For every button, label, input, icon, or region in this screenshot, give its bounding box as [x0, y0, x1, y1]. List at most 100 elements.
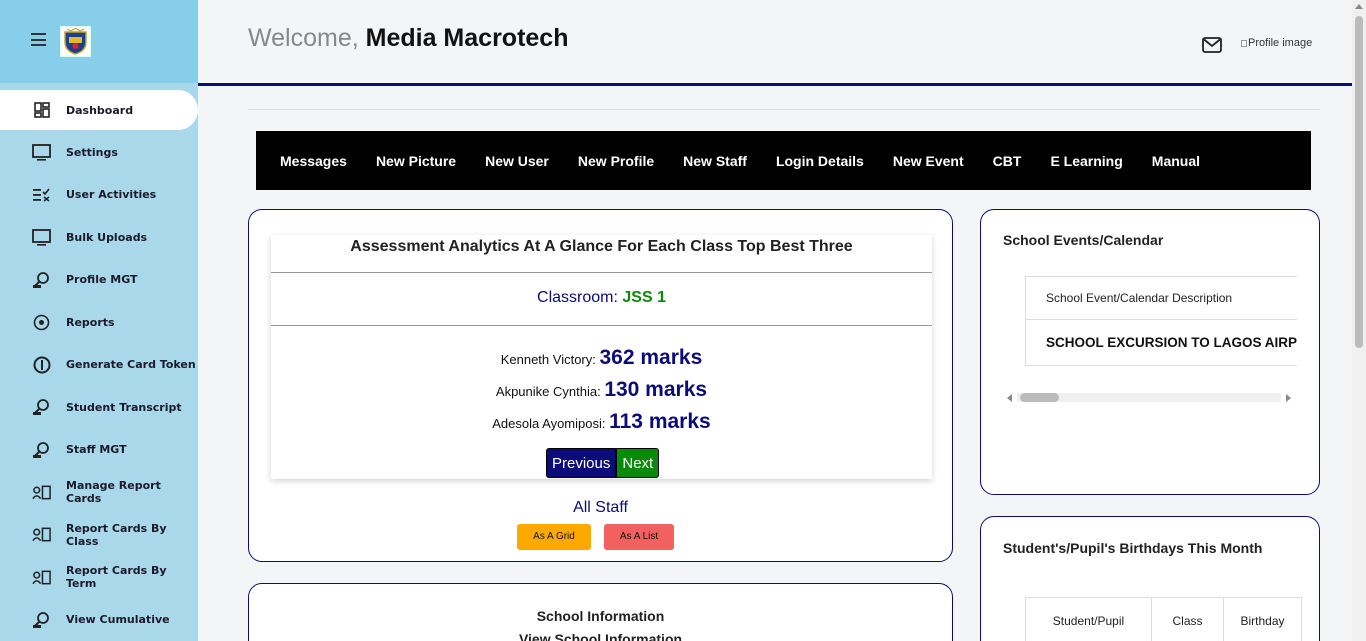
top-header: Welcome, Media Macrotech Profile image [198, 0, 1352, 86]
quicknav-new-profile[interactable]: New Profile [578, 153, 654, 169]
student-name: Adesola Ayomiposi: [492, 416, 606, 431]
sidebar-item-reports[interactable]: Reports [0, 301, 198, 344]
events-horizontal-scrollbar[interactable] [1007, 392, 1291, 404]
classroom-label: Classroom: [537, 289, 618, 306]
info-circle-icon [32, 355, 51, 374]
school-events-card: School Events/Calendar School Event/Cale… [980, 209, 1320, 495]
analytics-panel: Assessment Analytics At A Glance For Eac… [271, 235, 932, 479]
quicknav-new-staff[interactable]: New Staff [683, 153, 747, 169]
list-item: Kenneth Victory: 362 marks [271, 342, 932, 374]
scroll-left-arrow-icon[interactable] [1007, 394, 1012, 402]
sidebar-item-label: Reports [66, 315, 115, 329]
student-name: Akpunike Cynthia: [495, 384, 601, 399]
student-name: Kenneth Victory: [500, 352, 596, 367]
sidebar-item-bulk-uploads[interactable]: Bulk Uploads [0, 216, 198, 259]
table-row: SCHOOL EXCURSION TO LAGOS AIRPORT [1025, 320, 1297, 366]
events-table: School Event/Calendar Description SCHOOL… [1025, 276, 1297, 366]
student-marks: 113 marks [609, 410, 711, 433]
school-information-card: School Information View School Informati… [248, 583, 953, 641]
events-title: School Events/Calendar [1003, 232, 1164, 248]
quicknav-new-user[interactable]: New User [485, 153, 549, 169]
broken-image-icon [1241, 40, 1247, 47]
sidebar-item-label: Manage Report Cards [66, 479, 161, 506]
sidebar-item-label: Bulk Uploads [66, 230, 148, 244]
student-marks: 362 marks [599, 346, 703, 369]
as-grid-button[interactable]: As A Grid [517, 524, 591, 550]
sidebar-item-label: Report Cards By Term [66, 564, 167, 591]
list-check-icon [32, 185, 51, 204]
quick-action-bar: Messages New Picture New User New Profile Ne… [256, 131, 1311, 190]
sidebar-item-manage-report-cards[interactable]: Manage Report Cards [0, 471, 198, 514]
school-logo[interactable] [60, 26, 91, 57]
sidebar-item-label: View Cumulative [66, 613, 170, 627]
birthdays-title: Student's/Pupil's Birthdays This Month [1003, 540, 1263, 556]
sidebar-item-dashboard[interactable]: Dashboard [0, 90, 198, 130]
sidebar-header [0, 0, 198, 83]
school-information-title: School Information [536, 608, 665, 624]
sidebar-item-report-cards-by-class[interactable]: Report Cards By Class [0, 514, 198, 557]
quicknav-new-event[interactable]: New Event [893, 153, 964, 169]
menu-toggle-icon[interactable] [31, 33, 46, 46]
sidebar-item-profile-mgt[interactable]: Profile MGT [0, 259, 198, 302]
birthdays-table-header: Student/Pupil Class Birthday [1025, 597, 1302, 641]
classroom-row: Classroom: JSS 1 [271, 273, 932, 326]
quicknav-manual[interactable]: Manual [1152, 153, 1200, 169]
page-scrollbar-thumb[interactable] [1355, 16, 1363, 348]
user-search-icon [32, 398, 51, 417]
class-pager: Previous Next [546, 448, 660, 478]
quicknav-new-picture[interactable]: New Picture [376, 153, 456, 169]
welcome-greeting: Welcome, [248, 24, 359, 52]
welcome-message: Welcome, Media Macrotech [248, 24, 568, 53]
quicknav-cbt[interactable]: CBT [993, 153, 1022, 169]
all-staff-link[interactable]: All Staff [249, 499, 952, 517]
student-marks: 130 marks [604, 378, 708, 401]
sidebar-item-staff-mgt[interactable]: Staff MGT [0, 429, 198, 472]
birthdays-card: Student's/Pupil's Birthdays This Month S… [980, 516, 1320, 641]
next-button[interactable]: Next [616, 448, 660, 478]
user-search-icon [32, 270, 51, 289]
id-card-icon [32, 568, 51, 587]
monitor-icon [32, 228, 51, 247]
mail-icon[interactable] [1202, 37, 1222, 53]
user-name: Media Macrotech [365, 24, 569, 52]
previous-button[interactable]: Previous [546, 448, 617, 478]
sidebar-item-label: Settings [66, 145, 118, 159]
user-search-icon [32, 610, 51, 629]
column-header-student: Student/Pupil [1026, 598, 1152, 641]
sidebar-item-user-activities[interactable]: User Activities [0, 174, 198, 217]
analytics-title: Assessment Analytics At A Glance For Eac… [271, 235, 932, 273]
sidebar-nav: Dashboard Settings User Activities Bulk Upl… [0, 88, 198, 641]
events-table-header: School Event/Calendar Description [1025, 276, 1297, 320]
dashboard-icon [32, 101, 51, 120]
sidebar-item-label: Dashboard [66, 103, 134, 117]
scroll-up-arrow-icon[interactable] [1355, 4, 1363, 9]
monitor-icon [32, 143, 51, 162]
page-scrollbar[interactable] [1352, 0, 1366, 641]
quicknav-login-details[interactable]: Login Details [776, 153, 864, 169]
sidebar-item-view-cumulative[interactable]: View Cumulative [0, 599, 198, 641]
sidebar-item-student-transcript[interactable]: Student Transcript [0, 386, 198, 429]
column-header-birthday: Birthday [1224, 598, 1302, 641]
as-list-button[interactable]: As A List [604, 524, 674, 550]
id-card-icon [32, 525, 51, 544]
assessment-analytics-card: Assessment Analytics At A Glance For Eac… [248, 209, 953, 562]
sidebar-item-label: Report Cards By Class [66, 521, 167, 548]
view-school-information-link[interactable]: View School Information [249, 631, 952, 641]
scroll-right-arrow-icon[interactable] [1286, 394, 1291, 402]
quicknav-messages[interactable]: Messages [280, 153, 347, 169]
sidebar-item-settings[interactable]: Settings [0, 131, 198, 174]
radio-circle-icon [32, 313, 51, 332]
profile-image-alt: Profile image [1248, 37, 1313, 49]
sidebar-item-label: Staff MGT [66, 443, 127, 457]
classroom-value: JSS 1 [622, 289, 666, 306]
top-students-list: Kenneth Victory: 362 marks Akpunike Cynth… [271, 326, 932, 438]
profile-image[interactable]: Profile image [1241, 37, 1312, 49]
content-divider [248, 109, 1320, 110]
quicknav-e-learning[interactable]: E Learning [1050, 153, 1122, 169]
scrollbar-thumb[interactable] [1020, 393, 1059, 402]
sidebar-item-report-cards-by-term[interactable]: Report Cards By Term [0, 556, 198, 599]
sidebar-item-generate-card-token[interactable]: Generate Card Token [0, 344, 198, 387]
user-search-icon [32, 440, 51, 459]
list-item: Akpunike Cynthia: 130 marks [271, 374, 932, 406]
sidebar-item-label: User Activities [66, 188, 157, 202]
